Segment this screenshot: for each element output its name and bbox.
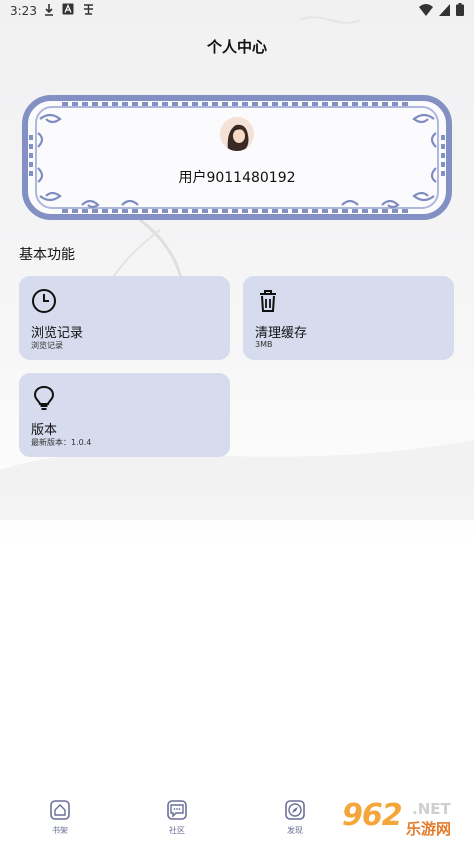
avatar[interactable]	[220, 117, 254, 151]
profile-card[interactable]: 用户9011480192	[22, 95, 452, 220]
tab-bookshelf[interactable]: 书架	[40, 798, 80, 838]
tab-label: 社区	[169, 826, 185, 835]
tab-discover[interactable]: 发现	[275, 798, 315, 838]
feature-label: 清理缓存	[255, 326, 308, 341]
watermark-net: .NET	[412, 800, 451, 818]
chat-icon	[167, 800, 187, 820]
wifi-icon	[419, 3, 433, 16]
watermark-site: 乐游网	[406, 820, 452, 838]
watermark-logo: 962 .NET 乐游网	[338, 798, 468, 840]
notification-icon	[84, 4, 93, 15]
tab-community[interactable]: 社区	[157, 798, 197, 838]
trash-icon	[260, 290, 276, 312]
clear-cache-card[interactable]: 清理缓存 3MB	[243, 276, 454, 360]
feature-subtitle: 最新版本：1.0.4	[31, 438, 92, 447]
watermark-brand: 962	[342, 798, 403, 833]
tab-label: 发现	[287, 826, 303, 835]
page-title: 个人中心	[206, 38, 267, 56]
home-icon	[50, 800, 70, 820]
signal-icon	[439, 3, 450, 16]
status-system-icons	[419, 3, 464, 16]
feature-subtitle: 浏览记录	[31, 341, 63, 350]
section-title: 基本功能	[19, 247, 75, 263]
avatar-image	[220, 117, 254, 151]
browse-history-card[interactable]: 浏览记录 浏览记录	[19, 276, 230, 360]
version-card[interactable]: 版本 最新版本：1.0.4	[19, 373, 230, 457]
lightbulb-icon	[33, 385, 55, 410]
decorative-frame	[22, 95, 452, 220]
a-icon	[62, 3, 74, 15]
feature-subtitle: 3MB	[255, 340, 273, 349]
compass-icon	[285, 800, 305, 820]
status-notifications	[44, 3, 95, 16]
status-bar: 3:23	[0, 0, 474, 22]
tab-label: 书架	[52, 826, 68, 835]
feature-label: 版本	[31, 423, 58, 438]
battery-icon	[456, 3, 464, 16]
feature-label: 浏览记录	[31, 326, 84, 341]
username: 用户9011480192	[178, 170, 296, 186]
clock-icon	[32, 289, 56, 313]
download-icon	[45, 4, 53, 16]
status-time: 3:23	[10, 4, 37, 18]
